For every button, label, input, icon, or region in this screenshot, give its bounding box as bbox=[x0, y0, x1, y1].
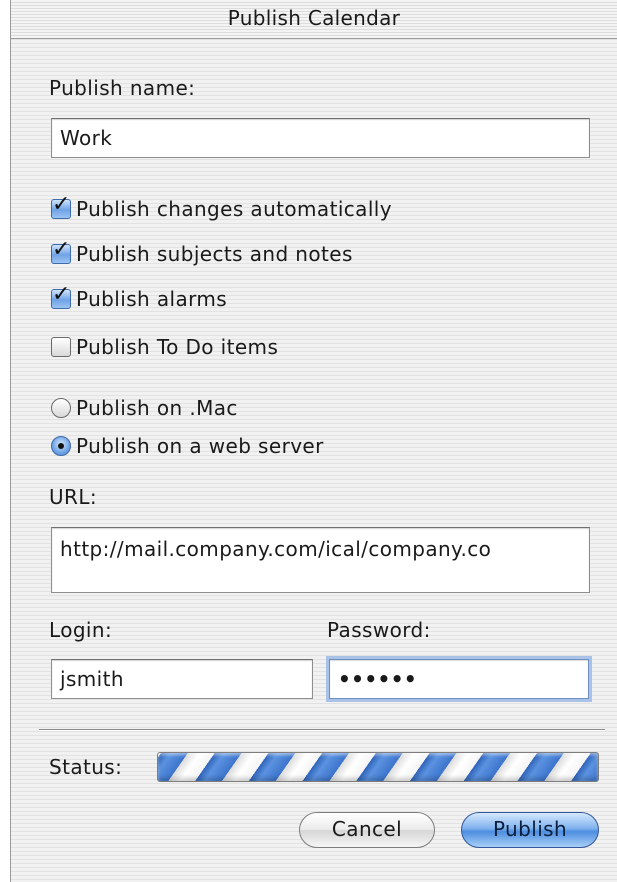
publish-subjects-checkbox[interactable]: ✓ bbox=[51, 239, 71, 264]
checkmark-icon: ✓ bbox=[52, 282, 71, 307]
checkmark-icon: ✓ bbox=[52, 192, 71, 217]
checkmark-icon: ✓ bbox=[52, 237, 71, 262]
url-field[interactable]: http://mail.company.com/ical/company.co bbox=[51, 527, 590, 593]
publish-on-mac-label: Publish on .Mac bbox=[76, 396, 238, 420]
publish-name-field[interactable]: Work bbox=[51, 118, 590, 158]
status-label: Status: bbox=[49, 755, 123, 779]
publish-todo-checkbox[interactable] bbox=[51, 337, 71, 357]
publish-on-web-server-label: Publish on a web server bbox=[76, 434, 324, 458]
publish-todo-checkbox-row[interactable]: Publish To Do items bbox=[51, 333, 278, 361]
password-label: Password: bbox=[327, 618, 431, 642]
publish-on-mac-radio[interactable] bbox=[51, 398, 71, 418]
publish-changes-checkbox-row[interactable]: ✓ Publish changes automatically bbox=[51, 194, 392, 223]
publish-name-label: Publish name: bbox=[49, 76, 196, 100]
publish-alarms-label: Publish alarms bbox=[76, 287, 228, 311]
publish-changes-checkbox[interactable]: ✓ bbox=[51, 194, 71, 219]
publish-calendar-dialog: Publish Calendar Publish name: Work ✓ Pu… bbox=[10, 0, 617, 882]
publish-on-mac-radio-row[interactable]: Publish on .Mac bbox=[51, 394, 238, 422]
publish-subjects-checkbox-row[interactable]: ✓ Publish subjects and notes bbox=[51, 239, 353, 268]
publish-on-web-server-radio[interactable] bbox=[51, 436, 71, 456]
login-field[interactable]: jsmith bbox=[51, 659, 313, 699]
cancel-button[interactable]: Cancel bbox=[299, 812, 435, 848]
separator bbox=[39, 729, 605, 731]
status-progress-bar bbox=[157, 752, 599, 782]
publish-on-web-server-radio-row[interactable]: Publish on a web server bbox=[51, 432, 324, 460]
radio-dot-icon bbox=[58, 443, 64, 449]
url-label: URL: bbox=[49, 485, 98, 509]
publish-todo-label: Publish To Do items bbox=[76, 335, 279, 359]
password-field[interactable]: •••••• bbox=[329, 659, 589, 699]
publish-changes-label: Publish changes automatically bbox=[76, 197, 392, 221]
window-title: Publish Calendar bbox=[11, 0, 617, 39]
publish-alarms-checkbox[interactable]: ✓ bbox=[51, 284, 71, 309]
publish-alarms-checkbox-row[interactable]: ✓ Publish alarms bbox=[51, 284, 228, 313]
publish-subjects-label: Publish subjects and notes bbox=[76, 242, 353, 266]
login-label: Login: bbox=[49, 618, 113, 642]
publish-button[interactable]: Publish bbox=[461, 812, 599, 848]
